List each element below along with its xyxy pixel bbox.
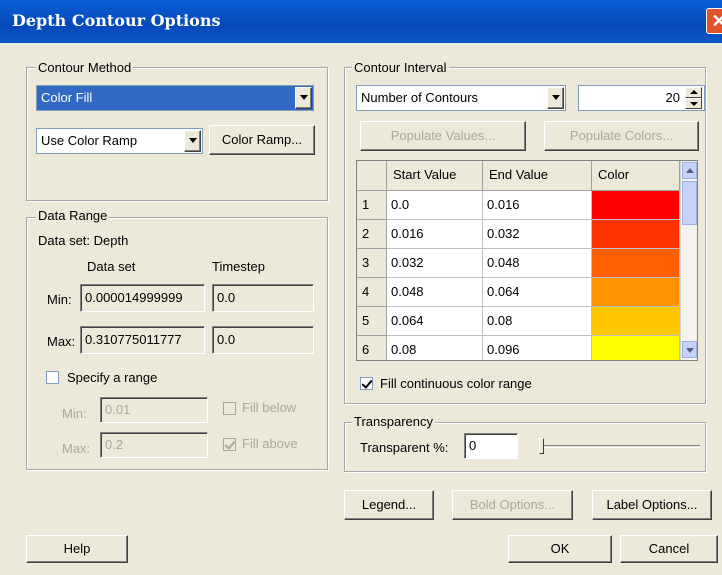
color-swatch-cell[interactable] [592, 307, 680, 336]
start-value-cell[interactable]: 0.08 [387, 336, 483, 360]
end-value-header[interactable]: End Value [483, 161, 592, 191]
transparency-label: Transparency [352, 414, 435, 429]
ramp-mode-select[interactable]: Use Color Ramp [36, 128, 203, 154]
contour-method-label: Contour Method [36, 60, 134, 75]
spin-up-icon[interactable] [685, 87, 702, 98]
range-max-label: Max: [62, 441, 91, 456]
fill-continuous-checkbox[interactable] [360, 377, 373, 390]
end-value-cell[interactable]: 0.064 [483, 278, 592, 307]
end-value-cell[interactable]: 0.096 [483, 336, 592, 360]
scroll-up-icon[interactable] [682, 162, 697, 179]
end-value-cell[interactable]: 0.048 [483, 249, 592, 278]
populate-values-button: Populate Values... [360, 121, 526, 151]
fill-above-checkbox [223, 438, 236, 451]
max-label: Max: [47, 334, 76, 349]
max-timestep-field: 0.0 [212, 326, 314, 354]
color-swatch-cell[interactable] [592, 278, 680, 307]
row-number: 6 [357, 336, 387, 360]
chevron-down-icon[interactable] [184, 130, 201, 152]
contour-count-spinner[interactable]: 20 [578, 85, 705, 111]
bold-options-button: Bold Options... [452, 490, 573, 520]
fill-above-label: Fill above [242, 436, 298, 451]
transparency-slider-thumb[interactable] [539, 438, 544, 454]
color-ramp-button[interactable]: Color Ramp... [209, 125, 315, 155]
scroll-down-icon[interactable] [682, 341, 697, 358]
populate-colors-button: Populate Colors... [544, 121, 699, 151]
color-swatch-cell[interactable] [592, 220, 680, 249]
interval-mode-value: Number of Contours [361, 90, 479, 105]
contour-interval-label: Contour Interval [352, 60, 449, 75]
col-timestep-header: Timestep [212, 259, 265, 274]
min-dataset-field: 0.000014999999 [80, 284, 205, 312]
fill-below-label: Fill below [242, 400, 297, 415]
min-timestep-field: 0.0 [212, 284, 314, 312]
contour-method-select[interactable]: Color Fill [36, 85, 314, 111]
transparent-percent-label: Transparent %: [360, 440, 449, 455]
window-title: Depth Contour Options [12, 11, 221, 30]
range-max-field: 0.2 [100, 432, 208, 458]
chevron-down-icon[interactable] [547, 87, 564, 109]
label-options-button[interactable]: Label Options... [592, 490, 712, 520]
help-button[interactable]: Help [26, 535, 128, 563]
specify-range-label: Specify a range [67, 370, 158, 385]
row-number: 5 [357, 307, 387, 336]
ok-button[interactable]: OK [508, 535, 612, 563]
fill-continuous-label: Fill continuous color range [380, 376, 532, 391]
row-number: 4 [357, 278, 387, 307]
start-value-cell[interactable]: 0.032 [387, 249, 483, 278]
end-value-cell[interactable]: 0.08 [483, 307, 592, 336]
interval-mode-select[interactable]: Number of Contours [356, 85, 566, 111]
start-value-cell[interactable]: 0.048 [387, 278, 483, 307]
transparent-percent-input[interactable]: 0 [464, 433, 518, 459]
color-header[interactable]: Color [592, 161, 680, 191]
range-min-field: 0.01 [100, 397, 208, 423]
scroll-thumb[interactable] [682, 181, 697, 225]
close-icon[interactable]: ✕ [706, 8, 722, 34]
row-number: 3 [357, 249, 387, 278]
max-dataset-field: 0.310775011777 [80, 326, 205, 354]
legend-button[interactable]: Legend... [344, 490, 434, 520]
color-swatch-cell[interactable] [592, 191, 680, 220]
data-range-label: Data Range [36, 208, 110, 223]
ramp-mode-value: Use Color Ramp [41, 133, 138, 148]
color-swatch-cell[interactable] [592, 336, 680, 360]
chevron-down-icon[interactable] [295, 87, 312, 109]
end-value-cell[interactable]: 0.016 [483, 191, 592, 220]
min-label: Min: [47, 292, 72, 307]
color-swatch-cell[interactable] [592, 249, 680, 278]
contour-method-value: Color Fill [41, 90, 93, 105]
start-value-cell[interactable]: 0.016 [387, 220, 483, 249]
contour-count-value: 20 [665, 90, 680, 105]
specify-range-checkbox[interactable] [46, 371, 59, 384]
end-value-cell[interactable]: 0.032 [483, 220, 592, 249]
range-min-label: Min: [62, 406, 87, 421]
start-value-cell[interactable]: 0.064 [387, 307, 483, 336]
contour-table[interactable]: Start Value End Value Color 1 0.0 0.016 … [356, 160, 698, 361]
row-number: 1 [357, 191, 387, 220]
fill-below-checkbox [223, 402, 236, 415]
start-value-cell[interactable]: 0.0 [387, 191, 483, 220]
cancel-button[interactable]: Cancel [620, 535, 718, 563]
dataset-line: Data set: Depth [38, 233, 129, 248]
table-scrollbar[interactable] [680, 161, 697, 360]
col-dataset-header: Data set [87, 259, 136, 274]
transparency-slider-track[interactable] [540, 445, 700, 448]
spin-down-icon[interactable] [685, 98, 702, 109]
row-number: 2 [357, 220, 387, 249]
start-value-header[interactable]: Start Value [387, 161, 483, 191]
corner-header [357, 161, 387, 191]
